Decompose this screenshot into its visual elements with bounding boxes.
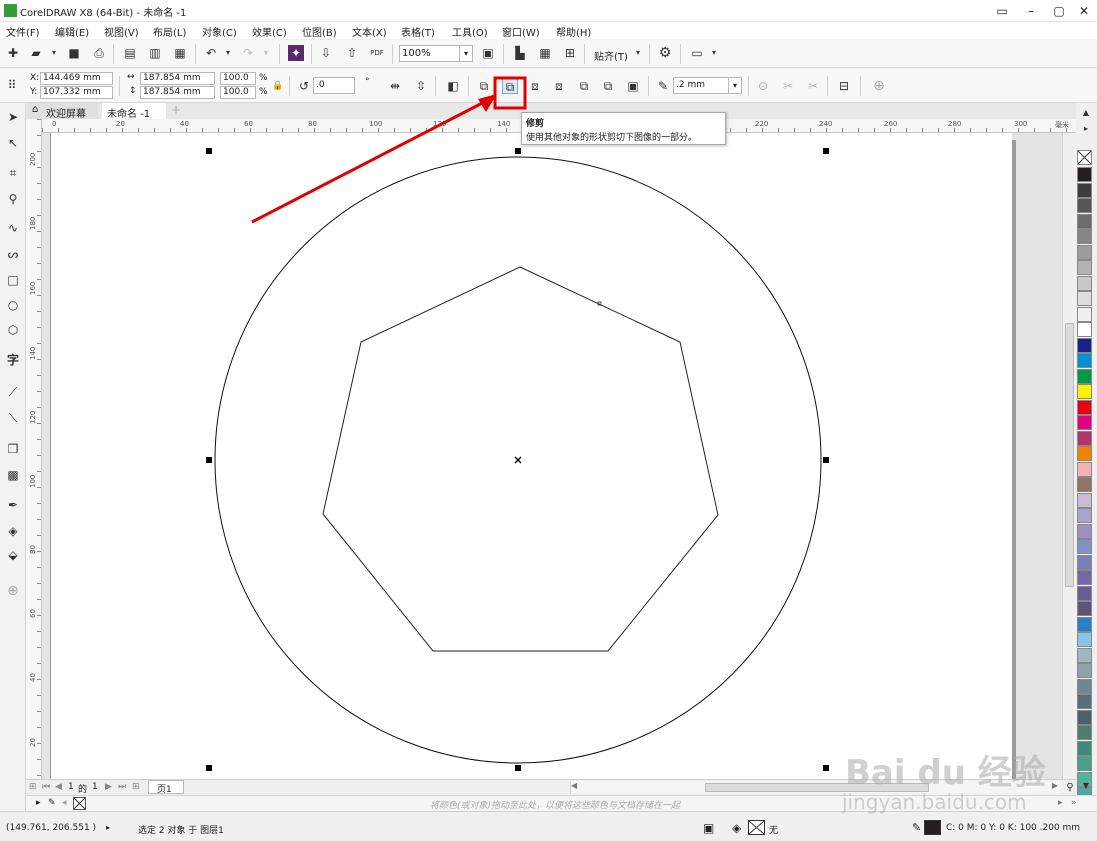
color-proofing-icon[interactable]: ▣ [703,821,714,835]
palette-scroll-up-icon[interactable]: ▲ [1078,105,1094,121]
palette-color-swatch[interactable] [1077,756,1092,771]
red-arrow-shaft [251,96,493,224]
add-page-after-icon[interactable]: ⊞ [132,782,140,792]
palette-color-swatch[interactable] [1077,632,1092,647]
palette-color-swatch[interactable] [1077,570,1092,585]
palette-flyout-icon[interactable]: ▸ [1078,121,1094,137]
palette-color-swatch[interactable] [1077,368,1092,384]
selection-handle[interactable] [823,765,829,771]
page-tab[interactable]: 页1 [148,780,184,795]
palette-color-swatch[interactable] [1077,492,1092,508]
palette-color-swatch[interactable] [1077,322,1092,337]
palette-color-swatch[interactable] [1077,461,1092,477]
selection-info: 选定 2 对象 于 图层1 [138,826,224,836]
fill-none-label: 无 [769,826,779,836]
docpalette-scroll-right-icon[interactable]: ▸ [1058,798,1063,808]
palette-color-swatch[interactable] [1077,678,1092,694]
palette-color-swatch[interactable] [1077,477,1092,492]
palette-color-swatch[interactable] [1077,725,1092,740]
selection-handle[interactable] [823,457,829,463]
palette-color-swatch[interactable] [1077,585,1092,601]
status-flyout-icon[interactable]: ▸ [106,823,110,832]
docpalette-hint: 将颜色(或对象)拖动至此处，以便将这些颜色与文档存储在一起 [430,801,681,811]
no-color-swatch[interactable] [1077,150,1092,165]
palette-color-swatch[interactable] [1077,229,1092,244]
selection-handle[interactable] [823,148,829,154]
vertical-scrollbar[interactable] [1062,133,1076,779]
palette-color-swatch[interactable] [1077,508,1092,523]
palette-color-swatch[interactable] [1077,198,1092,213]
eyedropper-icon[interactable]: ✎ [48,798,56,808]
docpalette-expand-icon[interactable]: » [1071,798,1077,808]
outline-info: C: 0 M: 0 Y: 0 K: 100 .200 mm [946,823,1081,833]
palette-color-swatch[interactable] [1077,430,1092,446]
first-page-icon[interactable]: ⏮ [42,782,50,792]
color-palette: ▲ ▸ ▼ » [1076,103,1097,818]
palette-color-swatch[interactable] [1077,523,1092,539]
current-page-number[interactable]: 1 [68,782,74,792]
palette-color-swatch[interactable] [1077,647,1092,663]
palette-color-swatch[interactable] [1077,213,1092,229]
palette-color-swatch[interactable] [1077,384,1092,399]
vertical-scroll-thumb[interactable] [1065,323,1074,587]
selection-handle[interactable] [515,765,521,771]
palette-color-swatch[interactable] [1077,446,1092,461]
next-page-icon[interactable]: ▶ [105,782,112,792]
baidu-watermark-url: jingyan.baidu.com [842,790,1027,814]
palette-color-swatch[interactable] [1077,291,1092,306]
baidu-watermark: Bai du 经验 [845,753,1046,793]
palette-color-swatch[interactable] [1077,554,1092,570]
palette-color-swatch[interactable] [1077,353,1092,368]
palette-color-swatch[interactable] [1077,260,1092,275]
outline-color-swatch[interactable] [924,820,941,835]
page-of-label: 的 [78,785,88,795]
add-page-before-icon[interactable]: ⊞ [29,782,37,792]
palette-color-swatch[interactable] [1077,740,1092,756]
palette-color-swatch[interactable] [1077,244,1092,260]
palette-color-swatch[interactable] [1077,709,1092,725]
palette-color-swatch[interactable] [1077,182,1092,198]
selection-handle[interactable] [515,148,521,154]
scroll-left-icon[interactable]: ◀ [571,781,577,790]
outline-pen-status-icon: ✎ [912,821,922,834]
palette-color-swatch[interactable] [1077,616,1092,632]
last-page-icon[interactable]: ⏭ [118,782,126,792]
selection-handle[interactable] [206,148,212,154]
trim-tooltip: 修剪 使用其他对象的形状剪切下图像的一部分。 [521,112,726,145]
selection-handle[interactable] [206,457,212,463]
palette-color-swatch[interactable] [1077,601,1092,616]
fill-none-swatch[interactable] [748,820,765,835]
selection-handle[interactable] [206,765,212,771]
fill-bucket-icon: ◈ [732,821,742,835]
tooltip-title: 修剪 [526,119,545,129]
palette-color-swatch[interactable] [1077,337,1092,353]
trim-highlight-box [493,76,527,110]
palette-color-swatch[interactable] [1077,399,1092,415]
palette-color-swatch[interactable] [1077,275,1092,291]
page-tab-label: 页1 [157,785,172,795]
center-x-marker [514,456,522,464]
status-bar: (149.761, 206.551 ) ▸ 选定 2 对象 于 图层1 ▣ ◈ … [0,811,1097,841]
docpalette-scroll-left-icon[interactable]: ◂ [62,798,67,808]
palette-color-swatch[interactable] [1077,415,1092,430]
total-pages: 1 [92,782,98,792]
palette-color-swatch[interactable] [1077,167,1092,182]
palette-color-swatch[interactable] [1077,539,1092,554]
tooltip-description: 使用其他对象的形状剪切下图像的一部分。 [526,133,698,143]
scroll-right-icon[interactable]: ▶ [1052,781,1058,790]
palette-color-swatch[interactable] [1077,306,1092,322]
navigator-zoom-icon[interactable]: ⚲ [1062,780,1078,796]
docpalette-flyout-icon[interactable]: ▸ [36,798,41,808]
palette-color-swatch[interactable] [1077,663,1092,678]
palette-color-swatch[interactable] [1077,694,1092,709]
heptagon-shape[interactable] [322,266,719,652]
cursor-coordinates: (149.761, 206.551 ) [6,823,97,833]
palette-scroll-down-icon[interactable]: ▼ [1078,778,1094,794]
previous-page-icon[interactable]: ◀ [55,782,62,792]
docpalette-no-color-swatch[interactable] [73,797,86,810]
